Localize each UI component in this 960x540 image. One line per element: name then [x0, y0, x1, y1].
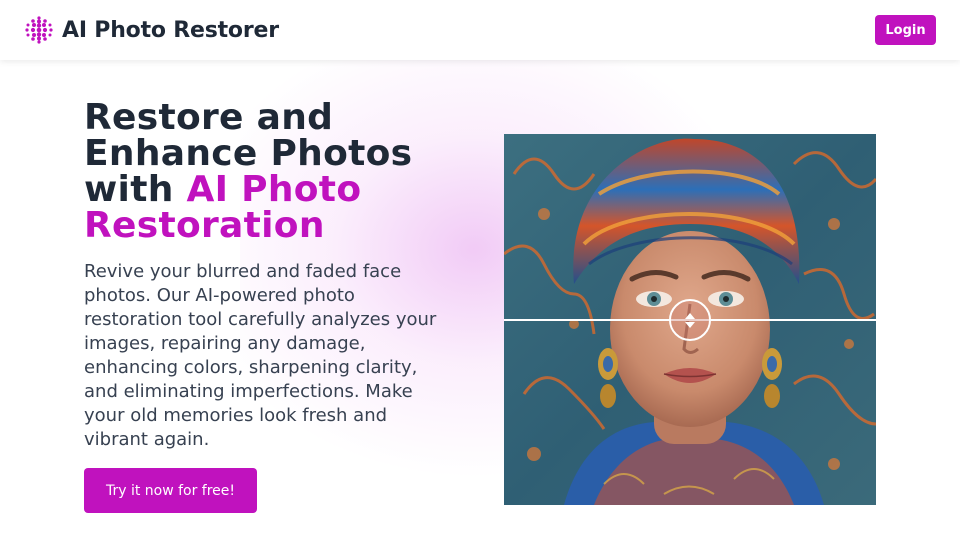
hero-description: Revive your blurred and faded face photo… — [84, 261, 437, 450]
headline-line-1: Restore and — [84, 97, 334, 138]
arrow-up-icon — [685, 312, 695, 319]
before-after-comparison[interactable] — [504, 134, 876, 505]
dot-grid-logo-icon — [25, 16, 53, 44]
hero-headline: Restore and Enhance Photos with AI Photo… — [84, 100, 484, 244]
headline-accent-2: Restoration — [84, 205, 325, 246]
headline-accent-1: AI Photo — [186, 169, 362, 210]
top-navbar: AI Photo Restorer Login — [0, 0, 960, 60]
try-free-button[interactable]: Try it now for free! — [84, 468, 257, 513]
headline-line-3: with — [84, 169, 187, 210]
arrow-down-icon — [685, 321, 695, 328]
up-down-arrows-icon[interactable] — [669, 299, 711, 341]
login-button[interactable]: Login — [875, 15, 936, 45]
hero-section: Restore and Enhance Photos with AI Photo… — [84, 100, 484, 452]
brand[interactable]: AI Photo Restorer — [24, 15, 279, 45]
brand-name: AI Photo Restorer — [62, 17, 279, 43]
headline-line-2: Enhance Photos — [84, 133, 413, 174]
